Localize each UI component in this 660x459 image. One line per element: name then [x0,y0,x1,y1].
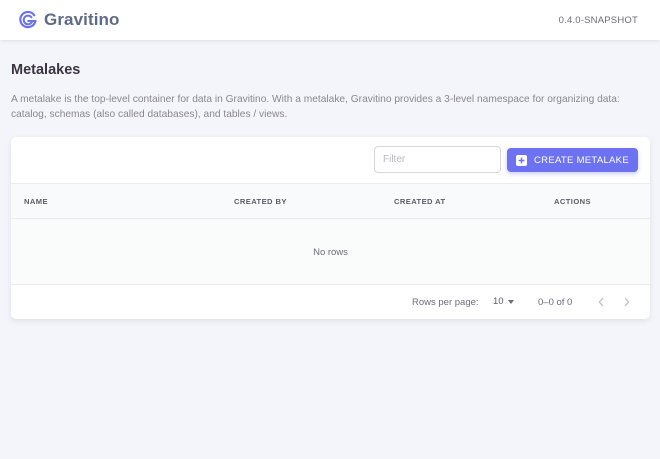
chevron-right-icon[interactable] [619,294,635,310]
brand[interactable]: Gravitino [18,10,120,30]
table-toolbar: CREATE METALAKE [11,137,650,183]
empty-state-text: No rows [313,247,348,258]
table-body: No rows [11,219,650,285]
pagination-range: 0–0 of 0 [538,297,573,308]
version-label: 0.4.0-SNAPSHOT [558,14,638,26]
table-header: NAME CREATED BY CREATED AT ACTIONS [11,183,650,219]
rows-per-page-select[interactable]: 10 [493,296,514,307]
filter-input[interactable] [374,146,501,173]
rows-per-page-label: Rows per page: [412,297,479,308]
create-metalake-button[interactable]: CREATE METALAKE [507,148,638,172]
create-metalake-label: CREATE METALAKE [534,154,629,166]
app-header: Gravitino 0.4.0-SNAPSHOT [0,0,660,40]
metalakes-table-card: CREATE METALAKE NAME CREATED BY CREATED … [11,137,650,319]
gravitino-logo-icon [19,10,37,29]
caret-down-icon [507,299,514,304]
page-title: Metalakes [11,62,81,78]
table-pagination: Rows per page: 10 0–0 of 0 [11,285,650,319]
column-header-actions: ACTIONS [554,197,591,206]
brand-name: Gravitino [44,10,120,29]
chevron-left-icon[interactable] [593,294,609,310]
page-description: A metalake is the top-level container fo… [11,94,620,120]
rows-per-page-value: 10 [493,296,504,307]
column-header-name[interactable]: NAME [24,197,48,206]
column-header-created-by[interactable]: CREATED BY [234,197,287,206]
plus-square-icon [516,154,528,166]
column-header-created-at[interactable]: CREATED AT [394,197,446,206]
